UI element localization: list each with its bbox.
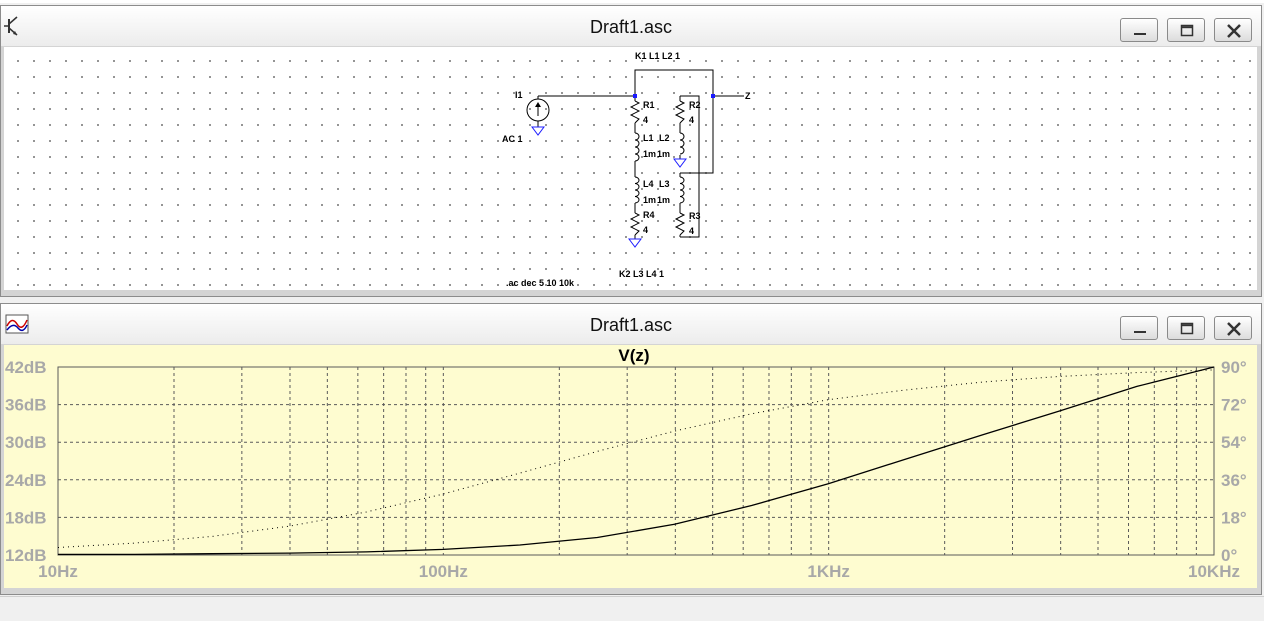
l4-value: 1m xyxy=(643,195,656,205)
magnitude-trace xyxy=(58,366,1215,556)
r4-label: R4 xyxy=(643,210,655,220)
resistor-r1 xyxy=(629,100,641,124)
l3-value: 1m xyxy=(657,195,670,205)
close-button[interactable] xyxy=(1214,316,1252,340)
close-icon xyxy=(1227,24,1241,38)
y-axis-left-tick-label: 36dB xyxy=(5,396,47,415)
inductor-l4 xyxy=(634,176,640,204)
maximize-button[interactable] xyxy=(1167,18,1205,42)
resistor-r3 xyxy=(674,212,686,236)
x-axis-tick-label: 10Hz xyxy=(38,562,78,581)
y-axis-left-tick-label: 30dB xyxy=(5,433,47,452)
maximize-icon xyxy=(1180,24,1194,37)
status-bar xyxy=(0,596,1264,621)
inductor-l2 xyxy=(679,132,685,155)
r3-label: R3 xyxy=(689,211,701,221)
maximize-icon xyxy=(1180,322,1194,335)
l2-value: 1m xyxy=(657,149,670,159)
spice-directive[interactable]: .ac dec 5 10 10k xyxy=(506,278,575,288)
top-edge xyxy=(0,0,1264,3)
plot-canvas[interactable]: V(z) 42dB 36dB 30dB 24dB 18dB 12dB 90° 72° 54° 3… xyxy=(4,345,1257,588)
x-axis-tick-label: 1KHz xyxy=(807,562,850,581)
r1-label: R1 xyxy=(643,100,655,110)
plot-frame xyxy=(57,366,1215,556)
maximize-button[interactable] xyxy=(1167,316,1205,340)
l1-value: 1m xyxy=(643,149,656,159)
bode-plot[interactable]: V(z) 42dB36dB30dB24dB18dB12dB 90°72°54°3… xyxy=(4,345,1257,588)
window-title: Draft1.asc xyxy=(589,315,673,335)
plot-titlebar[interactable]: Draft1.asc xyxy=(1,304,1261,344)
schematic-canvas[interactable]: K1 L1 L2 1 K2 L3 L4 1 I1 AC 1 Z R1 4 R2 … xyxy=(4,47,1257,290)
y-axis-left-tick-label: 42dB xyxy=(5,358,47,377)
resistor-r2 xyxy=(674,100,686,124)
plot-grid xyxy=(58,367,1214,555)
schematic-drawing: K1 L1 L2 1 K2 L3 L4 1 I1 AC 1 Z R1 4 R2 … xyxy=(502,51,751,288)
r2-value: 4 xyxy=(689,115,694,125)
x-axis-tick-label: 10KHz xyxy=(1188,562,1240,581)
node-marker xyxy=(711,94,715,98)
node-z-label: Z xyxy=(745,91,751,101)
y-axis-right-tick-label: 36° xyxy=(1221,471,1247,490)
close-icon xyxy=(1227,322,1241,336)
plot-window[interactable]: Draft1.asc V(z) 42dB 36dB 30dB 24dB 18dB 12dB… xyxy=(0,303,1262,595)
plot-title[interactable]: V(z) xyxy=(618,346,649,365)
y-axis-right-tick-label: 54° xyxy=(1221,433,1247,452)
source-i1-label: I1 xyxy=(515,90,523,100)
minimize-icon xyxy=(1134,331,1146,333)
ground-symbol xyxy=(673,158,687,168)
y-axis-left-tick-label: 24dB xyxy=(5,471,47,490)
node-marker xyxy=(633,94,637,98)
r1-value: 4 xyxy=(643,115,648,125)
r3-value: 4 xyxy=(689,226,694,236)
phase-trace xyxy=(57,369,1215,548)
y-axis-right-tick-label: 18° xyxy=(1221,508,1247,527)
minimize-icon xyxy=(1134,33,1146,35)
y-axis-right-tick-label: 72° xyxy=(1221,396,1247,415)
plot-traces xyxy=(57,366,1215,556)
close-button[interactable] xyxy=(1214,18,1252,42)
l4-label: L4 xyxy=(643,179,654,189)
x-axis: 10Hz 100Hz 1KHz 10KHz xyxy=(38,562,1240,581)
l1-label: L1 xyxy=(643,133,654,143)
coupling-k1-label: K1 L1 L2 1 xyxy=(635,51,680,61)
y-axis-left: 42dB36dB30dB24dB18dB12dB xyxy=(5,358,47,565)
y-axis-left-tick-label: 18dB xyxy=(5,508,47,527)
x-axis-tick-label: 100Hz xyxy=(419,562,468,581)
minimize-button[interactable] xyxy=(1120,316,1158,340)
l2-label: L2 xyxy=(659,133,670,143)
ground-symbol xyxy=(628,238,642,248)
window-title: Draft1.asc xyxy=(589,17,673,37)
l3-label: L3 xyxy=(659,179,670,189)
y-axis-right-tick-label: 90° xyxy=(1221,358,1247,377)
resistor-r4 xyxy=(629,212,641,236)
ground-symbol xyxy=(531,126,545,136)
coupling-k2-label: K2 L3 L4 1 xyxy=(619,269,664,279)
current-source-i1 xyxy=(526,98,550,122)
y-axis-right: 90°72°54°36°18°0° xyxy=(1221,358,1247,565)
r2-label: R2 xyxy=(689,100,701,110)
source-ac-value: AC 1 xyxy=(502,134,523,144)
schematic-window[interactable]: Draft1.asc K1 L1 L2 1 K2 L3 L4 1 I1 AC 1… xyxy=(0,5,1262,297)
minimize-button[interactable] xyxy=(1120,18,1158,42)
r4-value: 4 xyxy=(643,225,648,235)
inductor-l3 xyxy=(679,176,685,204)
wire xyxy=(634,69,714,96)
schematic-titlebar[interactable]: Draft1.asc xyxy=(1,6,1261,46)
inductor-l1 xyxy=(634,132,640,162)
